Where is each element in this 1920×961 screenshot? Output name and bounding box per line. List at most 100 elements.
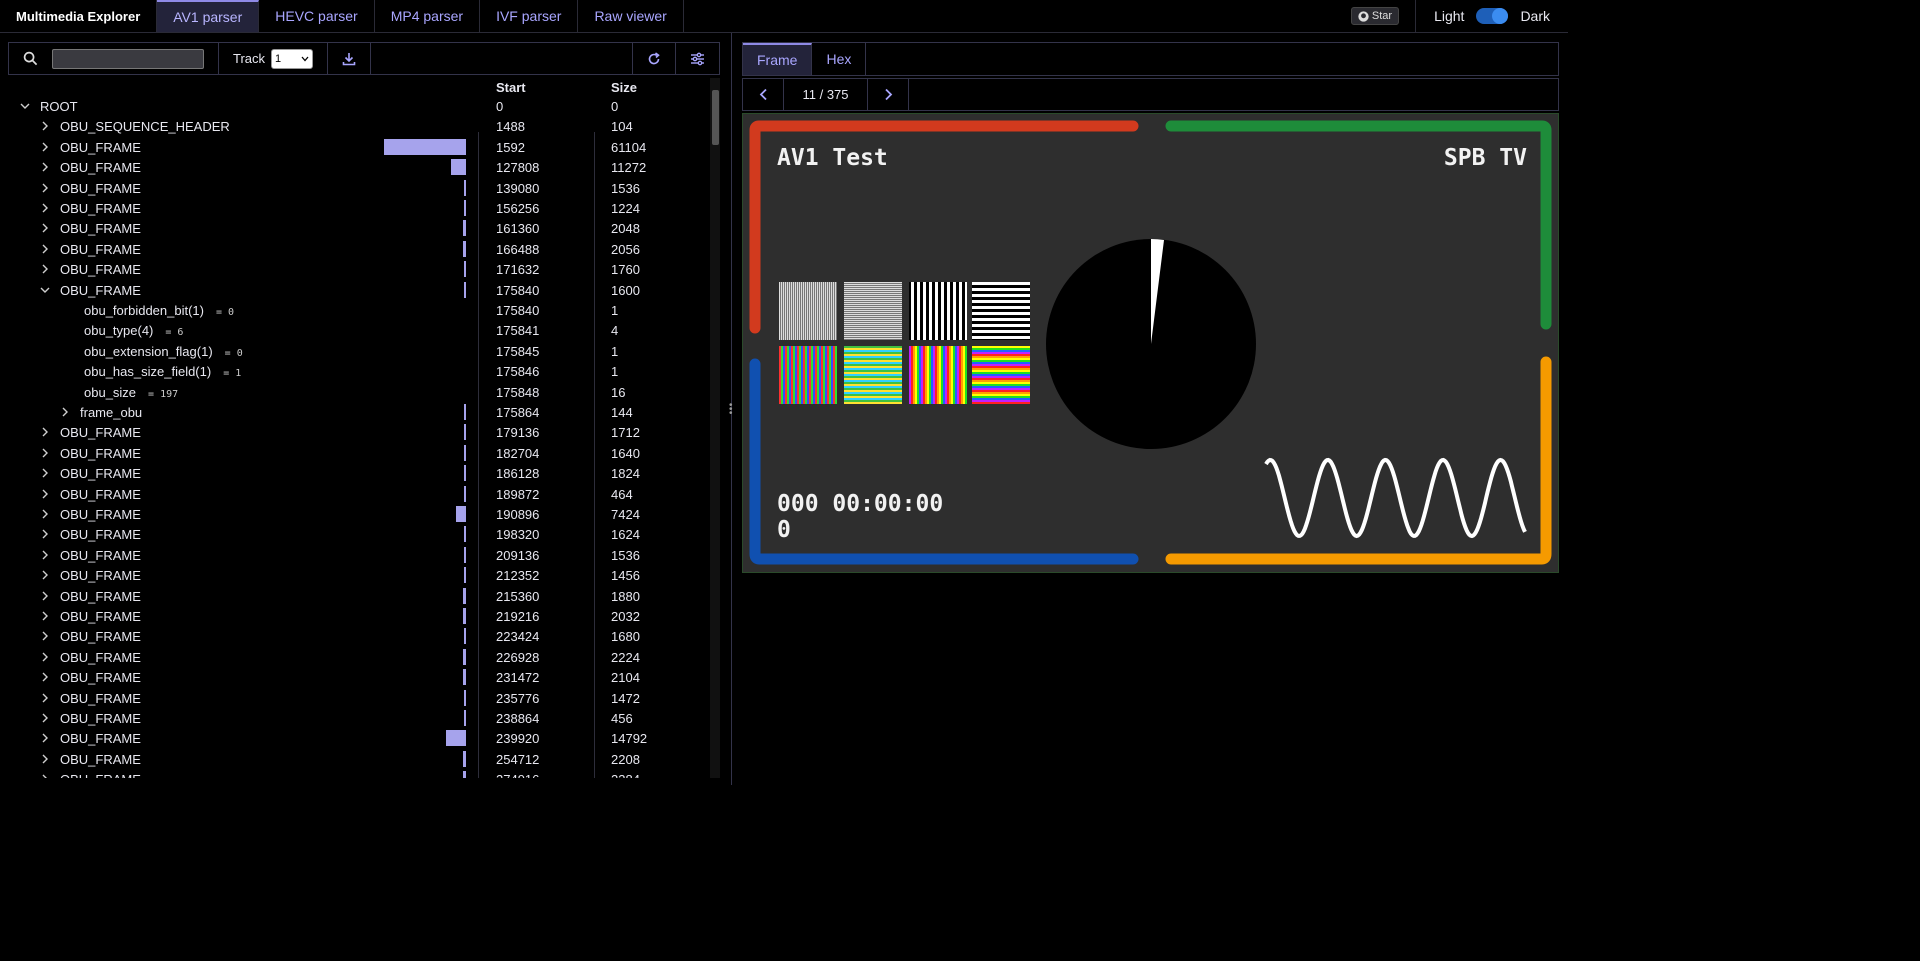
download-button[interactable] [328,43,372,74]
tab-av1-parser[interactable]: AV1 parser [157,0,260,32]
chevron-right-icon[interactable] [40,183,50,193]
chevron-right-icon[interactable] [40,713,50,723]
chevron-right-icon[interactable] [40,550,50,560]
chevron-right-icon[interactable] [40,529,50,539]
tree-row[interactable]: OBU_FRAME 1592 61104 [8,137,708,157]
tree-row[interactable]: OBU_FRAME 231472 2104 [8,667,708,687]
next-frame-button[interactable] [868,79,909,110]
tree-row[interactable]: obu_forbidden_bit(1) = 0 175840 1 [8,300,708,320]
prev-frame-button[interactable] [743,79,784,110]
tab-ivf-parser[interactable]: IVF parser [480,0,579,32]
start-cell: 226928 [496,649,540,665]
tree-row[interactable]: OBU_FRAME 161360 2048 [8,218,708,238]
chevron-right-icon[interactable] [40,142,50,152]
tree-row[interactable]: OBU_FRAME 156256 1224 [8,198,708,218]
tree-row[interactable]: obu_size = 197 175848 16 [8,382,708,402]
theme-toggle[interactable] [1476,8,1509,24]
chevron-right-icon[interactable] [40,631,50,641]
tab-raw-viewer[interactable]: Raw viewer [578,0,684,32]
chevron-right-icon[interactable] [40,652,50,662]
chevron-right-icon[interactable] [40,121,50,131]
tree-row[interactable]: OBU_FRAME 190896 7424 [8,504,708,524]
tree-row[interactable]: OBU_FRAME 254712 2208 [8,749,708,769]
tree-row[interactable]: OBU_FRAME 239920 14792 [8,728,708,748]
tree-scrollbar[interactable] [710,78,720,778]
tree-row[interactable]: OBU_FRAME 166488 2056 [8,239,708,259]
chevron-right-icon[interactable] [40,162,50,172]
tree-row[interactable]: OBU_FRAME 189872 464 [8,484,708,504]
scrollbar-thumb[interactable] [712,90,719,145]
tree-row[interactable]: frame_obu 175864 144 [8,402,708,422]
chevron-right-icon[interactable] [40,203,50,213]
size-cell: 456 [611,711,633,726]
chevron-right-icon[interactable] [40,611,50,621]
chevron-right-icon[interactable] [40,427,50,437]
tree-row[interactable]: OBU_FRAME 274916 2384 [8,769,708,778]
tree-row[interactable]: OBU_FRAME 171632 1760 [8,259,708,279]
chevron-right-icon[interactable] [40,754,50,764]
chevron-right-icon[interactable] [40,448,50,458]
chevron-right-icon[interactable] [40,693,50,703]
tab-frame[interactable]: Frame [743,43,813,75]
tree-row[interactable]: OBU_FRAME 198320 1624 [8,524,708,544]
size-bar [463,608,466,624]
chevron-right-icon[interactable] [40,733,50,743]
tree-row[interactable]: OBU_FRAME 219216 2032 [8,606,708,626]
size-cell: 7424 [611,507,640,522]
tree-row[interactable]: OBU_FRAME 209136 1536 [8,545,708,565]
tab-mp4-parser[interactable]: MP4 parser [375,0,481,32]
test-pattern-swatch [972,282,1030,340]
size-bar [463,648,466,665]
chevron-right-icon[interactable] [40,244,50,254]
tree-row[interactable]: OBU_FRAME 235776 1472 [8,688,708,708]
chevron-right-icon[interactable] [40,489,50,499]
chevron-right-icon[interactable] [40,570,50,580]
size-cell: 11272 [611,160,647,176]
chevron-right-icon[interactable] [40,468,50,478]
settings-button[interactable] [676,43,719,74]
tree-node-name: ROOT [40,99,78,114]
chevron-down-icon[interactable] [40,285,50,295]
refresh-button[interactable] [633,43,676,74]
chevron-right-icon[interactable] [40,591,50,601]
tree-row[interactable]: OBU_FRAME 186128 1824 [8,463,708,483]
tree-node-name: OBU_FRAME [60,751,141,767]
tab-hevc-parser[interactable]: HEVC parser [259,0,375,32]
tree-node-name: obu_has_size_field(1) = 1 [84,364,242,380]
tree-row[interactable]: OBU_FRAME 127808 11272 [8,157,708,177]
size-bar [456,506,466,522]
size-bar [464,485,466,502]
tree-node-name: OBU_FRAME [60,588,141,604]
search-input[interactable] [52,48,204,69]
resize-grip-icon[interactable]: • • • [729,401,733,419]
tab-hex[interactable]: Hex [812,43,867,75]
tree-row[interactable]: OBU_FRAME 182704 1640 [8,443,708,463]
size-bar [463,261,466,278]
tree-row[interactable]: obu_has_size_field(1) = 1 175846 1 [8,361,708,381]
size-bar [463,220,466,237]
chevron-right-icon[interactable] [40,223,50,233]
chevron-right-icon[interactable] [60,407,70,417]
track-select[interactable]: 1 [271,48,314,69]
tree-row[interactable]: OBU_FRAME 223424 1680 [8,626,708,646]
size-cell: 1640 [611,445,640,461]
chevron-down-icon[interactable] [20,101,30,111]
tree-row[interactable]: OBU_FRAME 226928 2224 [8,647,708,667]
chevron-right-icon[interactable] [40,774,50,778]
chevron-right-icon[interactable] [40,672,50,682]
tree-row[interactable]: OBU_FRAME 179136 1712 [8,422,708,442]
tree-row[interactable]: OBU_FRAME 139080 1536 [8,178,708,198]
tree-row[interactable]: OBU_FRAME 215360 1880 [8,586,708,606]
tree-row[interactable]: obu_extension_flag(1) = 0 175845 1 [8,341,708,361]
tree-row[interactable]: OBU_FRAME 238864 456 [8,708,708,728]
tree-row[interactable]: obu_type(4) = 6 175841 4 [8,320,708,340]
tree-row[interactable]: OBU_FRAME 212352 1456 [8,565,708,585]
size-cell: 1880 [611,588,640,604]
chevron-right-icon[interactable] [40,264,50,274]
start-cell: 215360 [496,588,540,604]
tree-row[interactable]: ROOT 0 0 [8,96,708,116]
tree-row[interactable]: OBU_FRAME 175840 1600 [8,280,708,300]
chevron-right-icon[interactable] [40,509,50,519]
github-star-button[interactable]: Star [1350,7,1400,25]
tree-row[interactable]: OBU_SEQUENCE_HEADER 1488 104 [8,116,708,136]
